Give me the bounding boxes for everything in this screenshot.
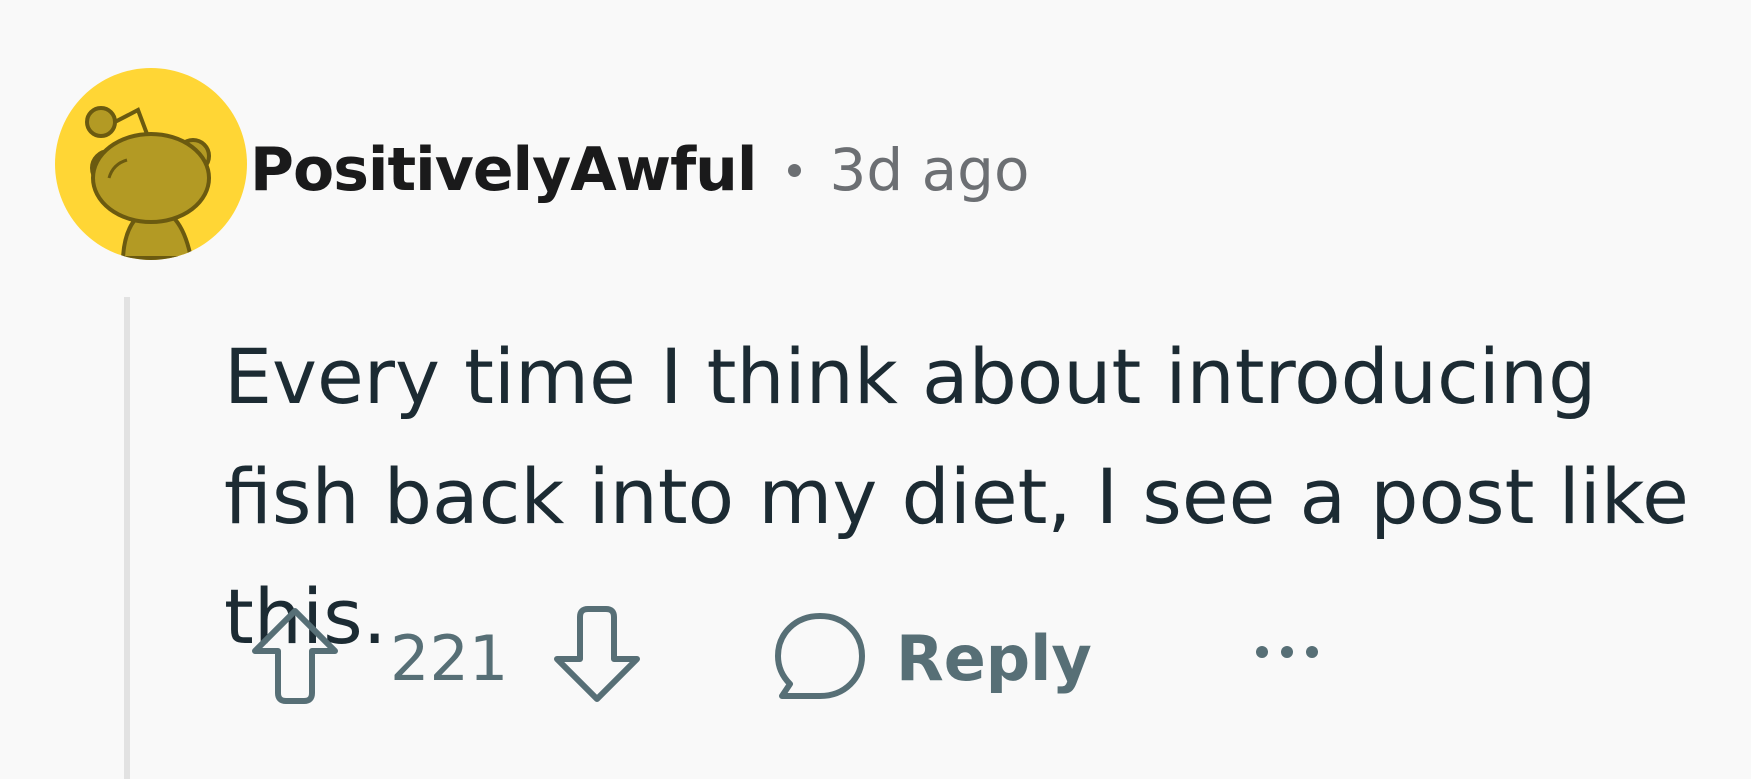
comment-meta: PositivelyAwful 3d ago — [250, 130, 1029, 210]
reply-label: Reply — [896, 622, 1092, 695]
arrow-down-icon[interactable] — [552, 605, 642, 705]
comment: PositivelyAwful 3d ago Every time I thin… — [0, 0, 1751, 779]
ellipsis-icon[interactable] — [1252, 640, 1322, 664]
snoo-avatar-icon — [85, 106, 211, 260]
avatar[interactable] — [55, 68, 247, 260]
comment-actions: 221 Reply — [250, 600, 1450, 710]
speech-bubble-icon — [775, 613, 865, 699]
thread-line[interactable] — [124, 297, 130, 779]
username[interactable]: PositivelyAwful — [250, 135, 757, 205]
vote-count: 221 — [390, 622, 509, 695]
separator-dot — [788, 163, 802, 177]
arrow-up-icon[interactable] — [250, 605, 340, 705]
timestamp[interactable]: 3d ago — [829, 136, 1029, 204]
